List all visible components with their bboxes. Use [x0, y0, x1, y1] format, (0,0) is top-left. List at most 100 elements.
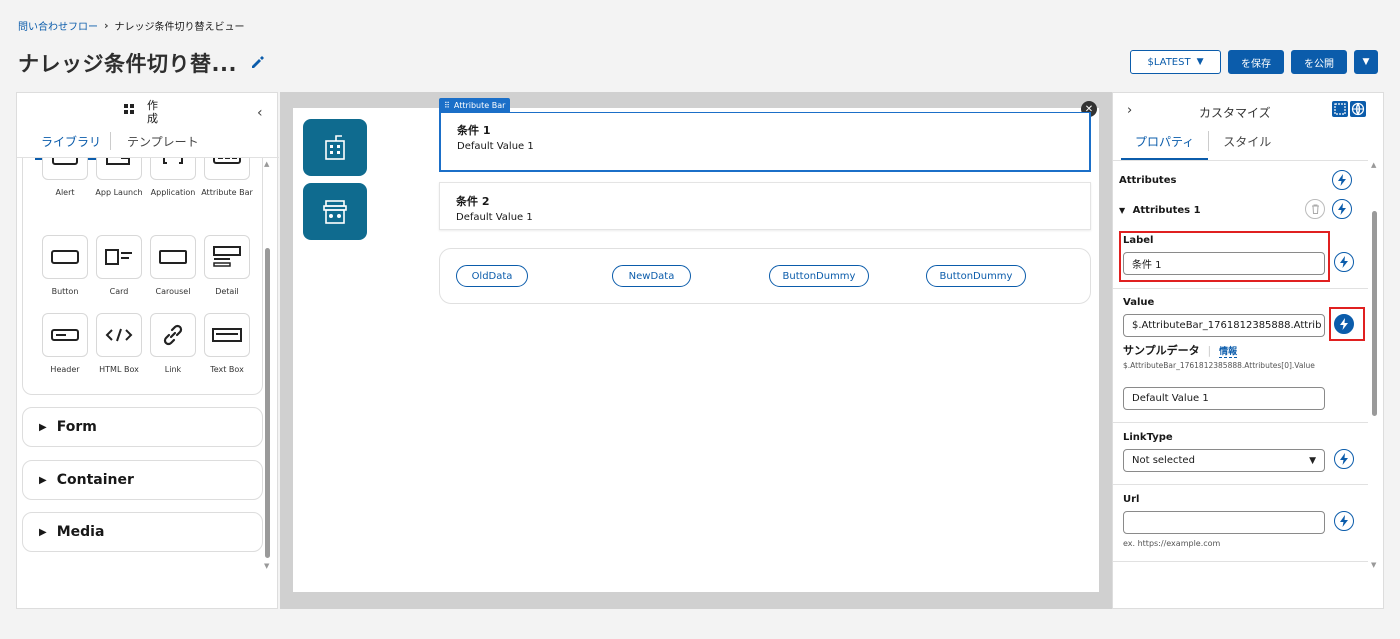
caret-down-icon: ▼: [1362, 57, 1370, 67]
tab-templates[interactable]: テンプレート: [111, 133, 208, 160]
pencil-icon[interactable]: [250, 55, 264, 69]
section-form[interactable]: ▶ Form: [22, 407, 263, 447]
drag-handle-icon[interactable]: ⠿: [444, 101, 450, 110]
scroll-down-icon[interactable]: ▼: [264, 562, 269, 570]
tab-library[interactable]: ライブラリ: [35, 133, 111, 160]
expand-panel-icon[interactable]: ›: [1127, 103, 1132, 118]
attribute-bar-tag[interactable]: ⠿ Attribute Bar: [439, 98, 511, 113]
component-application[interactable]: Application: [147, 158, 199, 197]
tab-properties[interactable]: プロパティ: [1121, 133, 1209, 160]
build-panel-header: 作成 ‹: [17, 97, 277, 127]
scroll-up-icon[interactable]: ▲: [1371, 161, 1376, 169]
bolt-icon[interactable]: [1332, 170, 1352, 190]
trash-icon[interactable]: [1305, 199, 1325, 219]
new-data-button[interactable]: NewData: [612, 265, 691, 287]
publish-menu-button[interactable]: ▼: [1354, 50, 1378, 74]
design-canvas[interactable]: ⠿ Attribute Bar ✕ 条件 1 Default Value 1 条…: [293, 98, 1099, 592]
building-icon: [325, 134, 345, 160]
component-label: Card: [109, 287, 129, 296]
condition-item-1[interactable]: 条件 1 Default Value 1: [439, 112, 1091, 172]
component-header[interactable]: Header: [39, 313, 91, 374]
section-label: Container: [56, 472, 134, 488]
store-tile[interactable]: [303, 183, 367, 240]
version-dropdown[interactable]: $LATEST ▼: [1130, 50, 1221, 74]
scrollbar-thumb[interactable]: [1372, 211, 1377, 416]
component-app-launch[interactable]: App Launch: [93, 158, 145, 197]
bolt-icon[interactable]: [1332, 199, 1352, 219]
component-text-box[interactable]: Text Box: [201, 313, 253, 374]
condition-value: Default Value 1: [456, 212, 533, 223]
sample-data-heading: サンプルデータ | 情報: [1123, 342, 1238, 358]
component-alert[interactable]: Alert: [39, 158, 91, 197]
breadcrumb: 問い合わせフロー › ナレッジ条件切り替えビュー: [18, 18, 245, 33]
device-view-icon[interactable]: [1332, 101, 1348, 117]
section-label: Form: [56, 419, 97, 435]
attributes-group-toggle[interactable]: ▼ Attributes 1: [1119, 205, 1201, 216]
component-label: HTML Box: [99, 365, 139, 374]
scrollbar-thumb[interactable]: [265, 248, 270, 558]
sample-data-input[interactable]: Default Value 1: [1123, 387, 1325, 410]
view-toggle: [1332, 101, 1366, 117]
section-media[interactable]: ▶ Media: [22, 512, 263, 552]
component-carousel[interactable]: Carousel: [147, 235, 199, 296]
section-container[interactable]: ▶ Container: [22, 460, 263, 500]
breadcrumb-separator: ›: [104, 19, 109, 32]
url-hint: ex. https://example.com: [1123, 539, 1221, 548]
component-detail[interactable]: Detail: [201, 235, 253, 296]
breadcrumb-parent-link[interactable]: 問い合わせフロー: [18, 18, 98, 33]
component-label: Attribute Bar: [201, 188, 253, 197]
expand-triangle-icon: ▶: [39, 526, 47, 538]
component-link[interactable]: Link: [147, 313, 199, 374]
component-label: Carousel: [155, 287, 191, 296]
scroll-up-icon[interactable]: ▲: [264, 160, 269, 168]
linktype-select[interactable]: Not selected ▼: [1123, 449, 1325, 472]
right-tabs: プロパティ スタイル: [1121, 131, 1285, 160]
section-divider: [1113, 484, 1368, 485]
header-icon: [51, 329, 79, 341]
component-html-box[interactable]: HTML Box: [93, 313, 145, 374]
sample-data-info-link[interactable]: 情報: [1219, 347, 1238, 358]
text-box-icon: [212, 328, 242, 342]
url-input[interactable]: [1123, 511, 1325, 534]
condition-title: 条件 1: [457, 124, 491, 137]
collapse-panel-icon[interactable]: ‹: [257, 105, 263, 121]
label-highlight: [1119, 231, 1330, 282]
attributes-group-label: Attributes 1: [1132, 205, 1201, 216]
component-button[interactable]: Button: [39, 235, 91, 296]
section-divider: [1113, 288, 1368, 289]
condition-item-2[interactable]: 条件 2 Default Value 1: [439, 182, 1091, 230]
value-heading: Value: [1123, 297, 1155, 308]
application-icon: [163, 158, 183, 164]
bolt-icon[interactable]: [1334, 511, 1354, 531]
alert-icon: [52, 158, 78, 165]
right-scrollbar[interactable]: ▲ ▼: [1369, 161, 1381, 571]
html-box-icon: [105, 328, 133, 342]
component-label: App Launch: [95, 188, 143, 197]
scroll-down-icon[interactable]: ▼: [1371, 561, 1376, 569]
section-divider: [1113, 561, 1368, 562]
building-tile[interactable]: [303, 119, 367, 176]
component-attribute-bar[interactable]: Attribute Bar: [201, 158, 253, 197]
component-card[interactable]: Card: [93, 235, 145, 296]
old-data-button[interactable]: OldData: [456, 265, 528, 287]
sample-data-label: サンプルデータ: [1123, 344, 1200, 357]
globe-icon[interactable]: [1350, 101, 1366, 117]
button-dummy-2[interactable]: ButtonDummy: [926, 265, 1026, 287]
bolt-icon[interactable]: [1334, 252, 1354, 272]
component-label: Application: [150, 188, 196, 197]
component-label: Detail: [215, 287, 239, 296]
linktype-heading: LinkType: [1123, 432, 1173, 443]
expand-triangle-icon: ▶: [39, 421, 47, 433]
left-scrollbar[interactable]: ▲ ▼: [264, 158, 272, 570]
attributes-heading: Attributes: [1119, 175, 1177, 186]
publish-button[interactable]: を公開: [1291, 50, 1347, 74]
bolt-icon[interactable]: [1334, 449, 1354, 469]
tab-style[interactable]: スタイル: [1209, 133, 1285, 160]
value-input[interactable]: $.AttributeBar_1761812385888.Attrib: [1123, 314, 1325, 337]
save-button[interactable]: を保存: [1228, 50, 1284, 74]
sample-data-path: $.AttributeBar_1761812385888.Attributes[…: [1123, 361, 1315, 370]
section-divider: [1113, 422, 1368, 423]
button-dummy-1[interactable]: ButtonDummy: [769, 265, 869, 287]
card-icon: [105, 249, 132, 265]
component-label: Link: [164, 365, 182, 374]
